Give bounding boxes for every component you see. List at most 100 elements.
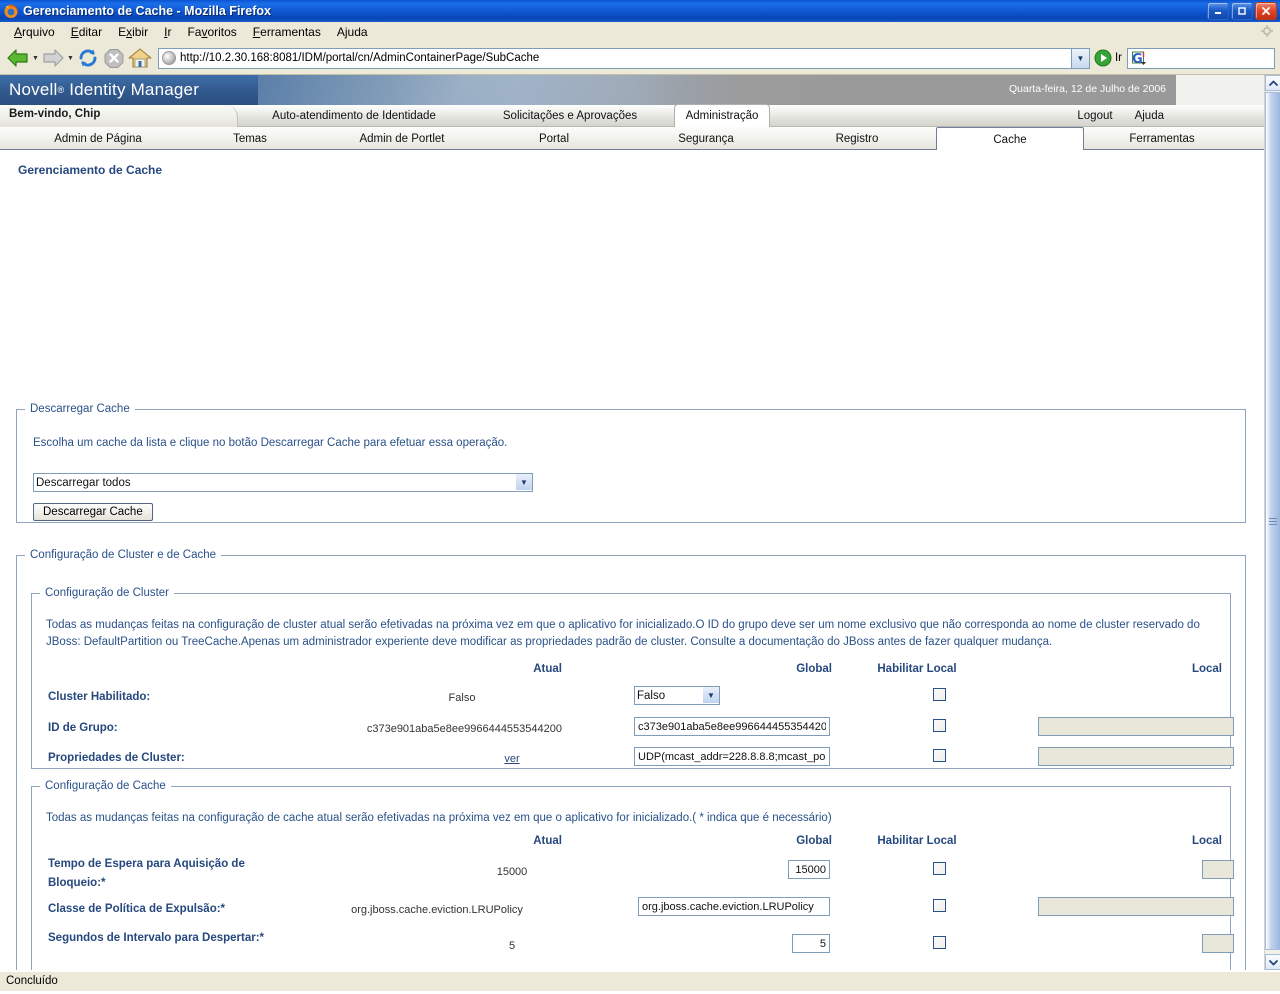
tab-solicitacoes[interactable]: Solicitações e Aprovações [470,105,670,127]
vertical-scrollbar[interactable] [1264,75,1280,970]
cluster-properties-global-input[interactable] [634,747,830,766]
scrollbar-thumb[interactable] [1265,92,1280,950]
cluster-group-id-local-input[interactable] [1038,717,1234,736]
cache-row-label-segundos-intervalo: Segundos de Intervalo para Despertar:* [48,932,265,944]
logout-link[interactable]: Logout [1077,110,1112,122]
cluster-row-label-id-de-grupo: ID de Grupo: [48,722,118,734]
cache-eviction-policy-global-input[interactable] [638,897,830,916]
menu-item-ir[interactable]: Ir [156,23,179,41]
cache-col-atual: Atual [533,835,562,847]
chevron-up-icon[interactable] [1265,75,1280,91]
cache-wakeup-interval-global-input[interactable] [792,934,830,953]
subtab-cache[interactable]: Cache [936,127,1084,151]
help-link[interactable]: Ajuda [1135,110,1164,122]
tab-auto-atendimento[interactable]: Auto-atendimento de Identidade [240,105,468,127]
minimize-button[interactable] [1207,2,1229,20]
cache-wakeup-interval-local-input[interactable] [1202,934,1234,953]
cache-row-atual-classe-politica: org.jboss.cache.eviction.LRUPolicy [351,904,523,916]
cache-col-habilitar-local: Habilitar Local [877,835,957,847]
cluster-group-id-global-input[interactable] [634,717,830,736]
svg-text:G: G [1132,52,1143,66]
cache-col-local: Local [1191,835,1222,847]
page-favicon [162,51,176,65]
maximize-button[interactable] [1231,2,1253,20]
back-dropdown-icon[interactable]: ▼ [31,45,40,71]
search-input[interactable] [1150,51,1274,65]
sub-tab-row: Admin de Página Temas Admin de Portlet P… [0,127,1264,151]
menu-item-favoritos[interactable]: Favoritos [179,23,244,41]
subtab-ferramentas[interactable]: Ferramentas [1100,127,1224,150]
url-bar[interactable]: http://10.2.30.168:8081/IDM/portal/cn/Ad… [158,47,1090,69]
subtab-registro[interactable]: Registro [794,127,920,150]
page-title: Gerenciamento de Cache [18,163,163,177]
subtab-admin-de-portlet[interactable]: Admin de Portlet [326,127,478,150]
flush-cache-button[interactable]: Descarregar Cache [33,503,153,521]
cluster-properties-view-link[interactable]: ver [462,753,562,765]
subtab-seguranca[interactable]: Segurança [634,127,778,150]
cache-row-label-tempo-espera: Tempo de Espera para Aquisição de Bloque… [48,858,245,889]
main-tab-row: Bem-vindo, Chip Auto-atendimento de Iden… [0,104,1264,127]
cache-select-wrapper[interactable]: Descarregar todos ▼ [33,473,533,492]
cluster-properties-local-checkbox[interactable] [933,749,946,762]
cluster-properties-local-input[interactable] [1038,747,1234,766]
search-bar[interactable]: G [1127,47,1275,69]
cache-row-atual-tempo-espera: 15000 [496,866,528,878]
menu-item-ferramentas[interactable]: Ferramentas [245,23,329,41]
cache-lock-timeout-local-input[interactable] [1202,860,1234,879]
cluster-and-cache-legend: Configuração de Cluster e de Cache [30,549,217,561]
tab-administracao[interactable]: Administração [674,104,770,127]
menu-item-ajuda[interactable]: Ajuda [329,23,376,41]
menu-bar: Arquivo Editar Exibir Ir Favoritos Ferra… [0,22,1280,42]
cache-select[interactable]: Descarregar todos [33,473,533,492]
welcome-text: Bem-vindo, Chip [9,108,101,120]
cache-lock-timeout-global-input[interactable] [788,860,830,879]
page-content: Novell® Identity Manager Quarta-feira, 1… [0,75,1264,970]
cluster-enabled-local-checkbox[interactable] [933,688,946,701]
subtab-temas[interactable]: Temas [190,127,310,150]
google-icon[interactable]: G [1131,51,1148,67]
brand-logo-block: Novell® Identity Manager [0,75,258,105]
status-text: Concluído [6,975,58,987]
brand-product: Identity Manager [69,80,200,99]
cluster-row-atual-cluster-habilitado: Falso [448,692,476,704]
window-controls [1207,2,1277,20]
cluster-enabled-select-wrapper[interactable]: Falso ▼ [634,686,720,705]
home-icon[interactable] [127,45,153,71]
close-button[interactable] [1255,2,1277,20]
cluster-col-habilitar-local: Habilitar Local [877,663,957,675]
brand-header: Novell® Identity Manager Quarta-feira, 1… [0,75,1264,155]
cache-eviction-policy-local-checkbox[interactable] [933,899,946,912]
cache-lock-timeout-local-checkbox[interactable] [933,862,946,875]
reload-icon[interactable] [75,45,101,71]
chevron-down-icon[interactable] [1265,954,1280,970]
cache-config-legend: Configuração de Cache [45,780,166,792]
forward-dropdown-icon: ▼ [67,54,74,62]
cluster-group-id-local-checkbox[interactable] [933,719,946,732]
stop-icon [101,45,127,71]
brand-title: Novell® Identity Manager [9,80,199,100]
flush-cache-instruction: Escolha um cache da lista e clique no bo… [33,437,508,449]
cluster-enabled-select[interactable]: Falso [634,686,720,705]
cache-col-global: Global [796,835,832,847]
menu-item-editar[interactable]: Editar [63,23,110,41]
window-titlebar[interactable]: Gerenciamento de Cache - Mozilla Firefox [0,0,1280,22]
back-arrow-icon[interactable] [5,45,31,71]
go-label[interactable]: Ir [1115,52,1122,64]
cluster-config-legend: Configuração de Cluster [45,587,170,599]
url-dropdown-icon[interactable]: ▼ [1070,48,1089,68]
subtab-portal[interactable]: Portal [494,127,614,150]
menu-item-exibir[interactable]: Exibir [110,23,156,41]
cluster-config-section: Configuração de Cluster Todas as mudança… [31,587,1234,769]
menu-extra-icon [1260,24,1274,38]
cache-row-atual-segundos-intervalo: 5 [508,940,516,952]
menu-item-arquivo[interactable]: Arquivo [6,23,63,41]
flush-cache-section: Descarregar Cache Escolha um cache da li… [16,403,1246,523]
registered-mark: ® [57,85,65,95]
cache-eviction-policy-local-input[interactable] [1038,897,1234,916]
cache-config-description: Todas as mudanças feitas na configuração… [46,812,832,824]
url-text[interactable]: http://10.2.30.168:8081/IDM/portal/cn/Ad… [180,52,1071,64]
scrollbar-grip-icon [1269,517,1277,525]
go-arrow-icon[interactable] [1093,48,1113,68]
cache-wakeup-interval-local-checkbox[interactable] [933,936,946,949]
subtab-admin-de-pagina[interactable]: Admin de Página [22,127,174,150]
